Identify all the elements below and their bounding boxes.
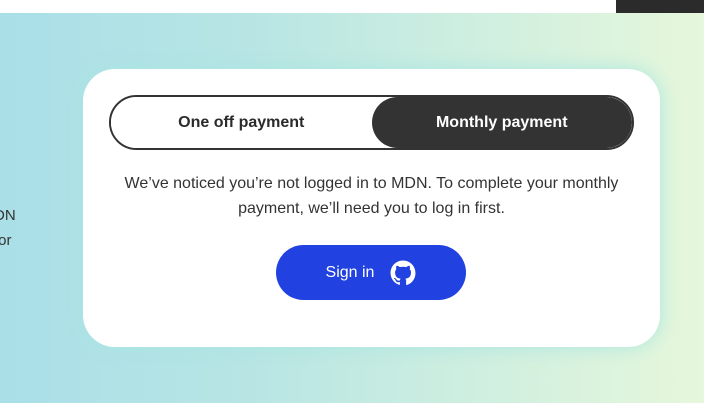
- sign-in-button[interactable]: Sign in: [276, 245, 466, 300]
- monthly-payment-label: Monthly payment: [435, 113, 568, 131]
- top-strip: [0, 0, 704, 13]
- github-icon: [390, 260, 416, 286]
- one-off-payment-label: One off payment: [178, 113, 305, 131]
- side-text-line-1: DN: [0, 207, 16, 224]
- one-off-payment-tab[interactable]: One off payment: [111, 97, 372, 148]
- payment-toggle: One off payment Monthly payment: [109, 95, 634, 150]
- monthly-payment-tab[interactable]: Monthly payment: [371, 97, 632, 148]
- payment-card: One off payment Monthly payment We’ve no…: [83, 69, 660, 347]
- top-dark-block: [616, 0, 704, 13]
- side-text-line-2: for: [0, 232, 12, 249]
- login-required-message: We’ve noticed you’re not logged in to MD…: [124, 175, 619, 217]
- bottom-strip: [0, 403, 704, 419]
- sign-in-label: Sign in: [325, 263, 375, 281]
